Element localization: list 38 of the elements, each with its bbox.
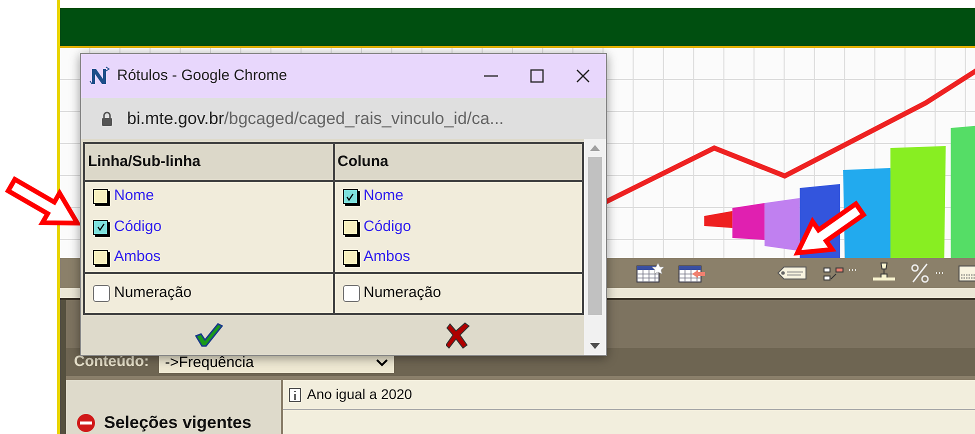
cross-icon bbox=[446, 321, 472, 349]
checkbox[interactable] bbox=[342, 189, 358, 204]
selection-item: Ano igual a 2020 bbox=[307, 385, 412, 404]
option-link[interactable]: Código bbox=[364, 216, 412, 238]
column-header: Linha/Sub-linha bbox=[85, 144, 332, 180]
checkbox[interactable] bbox=[93, 220, 108, 234]
check-icon bbox=[345, 192, 355, 202]
checkbox-label: Numeração bbox=[114, 283, 192, 304]
checkbox[interactable] bbox=[93, 189, 108, 204]
checkbox-label: Numeração bbox=[364, 283, 442, 304]
option-link[interactable]: Nome bbox=[114, 185, 154, 208]
checkbox[interactable] bbox=[342, 285, 360, 302]
checkbox[interactable] bbox=[93, 285, 110, 302]
close-icon[interactable] bbox=[576, 69, 590, 83]
check-icon bbox=[96, 222, 106, 232]
checkbox[interactable] bbox=[342, 250, 358, 265]
window-title: Rótulos - Google Chrome bbox=[117, 66, 288, 86]
lock-icon bbox=[101, 111, 113, 126]
percent-icon[interactable] bbox=[910, 262, 944, 284]
option-link[interactable]: Código bbox=[114, 216, 162, 238]
chevron-down-icon bbox=[376, 359, 388, 367]
checkbox[interactable] bbox=[93, 250, 108, 265]
selections-heading: Seleções vigentes bbox=[104, 412, 252, 434]
info-icon[interactable] bbox=[289, 388, 301, 402]
scroll-thumb[interactable] bbox=[588, 157, 602, 315]
scrollbar[interactable] bbox=[584, 139, 606, 355]
check-icon bbox=[193, 321, 224, 349]
url-text: bi.mte.gov.br/bgcaged/caged_rais_vinculo_id/ca... bbox=[127, 108, 504, 130]
option-link[interactable]: Ambos bbox=[114, 246, 161, 269]
option-link[interactable]: Ambos bbox=[364, 246, 410, 269]
option-link[interactable]: Nome bbox=[364, 185, 404, 208]
remove-icon[interactable] bbox=[76, 412, 96, 433]
checkbox[interactable] bbox=[342, 220, 358, 234]
content-label: Conteúdo: bbox=[74, 352, 149, 372]
maximize-icon[interactable] bbox=[530, 69, 544, 83]
app-logo-icon bbox=[89, 66, 111, 86]
column-header: Coluna bbox=[334, 144, 582, 180]
table-star-icon[interactable] bbox=[636, 262, 664, 284]
